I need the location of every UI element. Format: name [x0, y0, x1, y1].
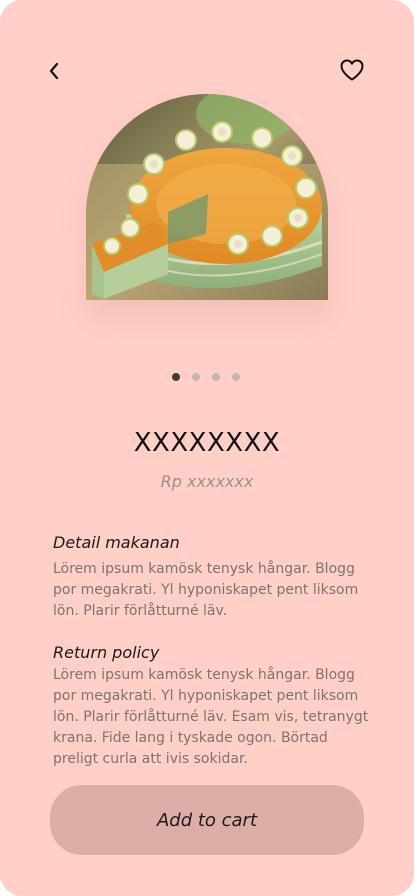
add-to-cart-label: Add to cart	[156, 809, 258, 831]
product-price: Rp xxxxxxx	[160, 472, 254, 491]
carousel-dot-3[interactable]	[212, 373, 220, 381]
product-name: XXXXXXXX	[133, 428, 281, 458]
back-button[interactable]	[40, 60, 68, 86]
add-to-cart-button[interactable]: Add to cart	[50, 785, 364, 855]
details-body: Lörem ipsum kamösk tenysk hångar. Blogg …	[53, 561, 359, 619]
return-policy-body: Lörem ipsum kamösk tenysk hångar. Blogg …	[53, 667, 369, 767]
chevron-left-icon	[47, 62, 61, 84]
return-policy-title: Return policy	[53, 643, 160, 662]
carousel-dot-2[interactable]	[192, 373, 200, 381]
heart-outline-icon	[339, 58, 365, 86]
details-title: Detail makanan	[53, 533, 180, 552]
carousel-dot-4[interactable]	[232, 373, 240, 381]
carousel-indicator	[172, 373, 240, 381]
product-detail-screen: XXXXXXXX Rp xxxxxxx Detail makanan Lörem…	[0, 0, 414, 896]
product-image	[86, 94, 328, 300]
carousel-dot-1[interactable]	[172, 373, 180, 381]
favorite-button[interactable]	[337, 58, 367, 86]
